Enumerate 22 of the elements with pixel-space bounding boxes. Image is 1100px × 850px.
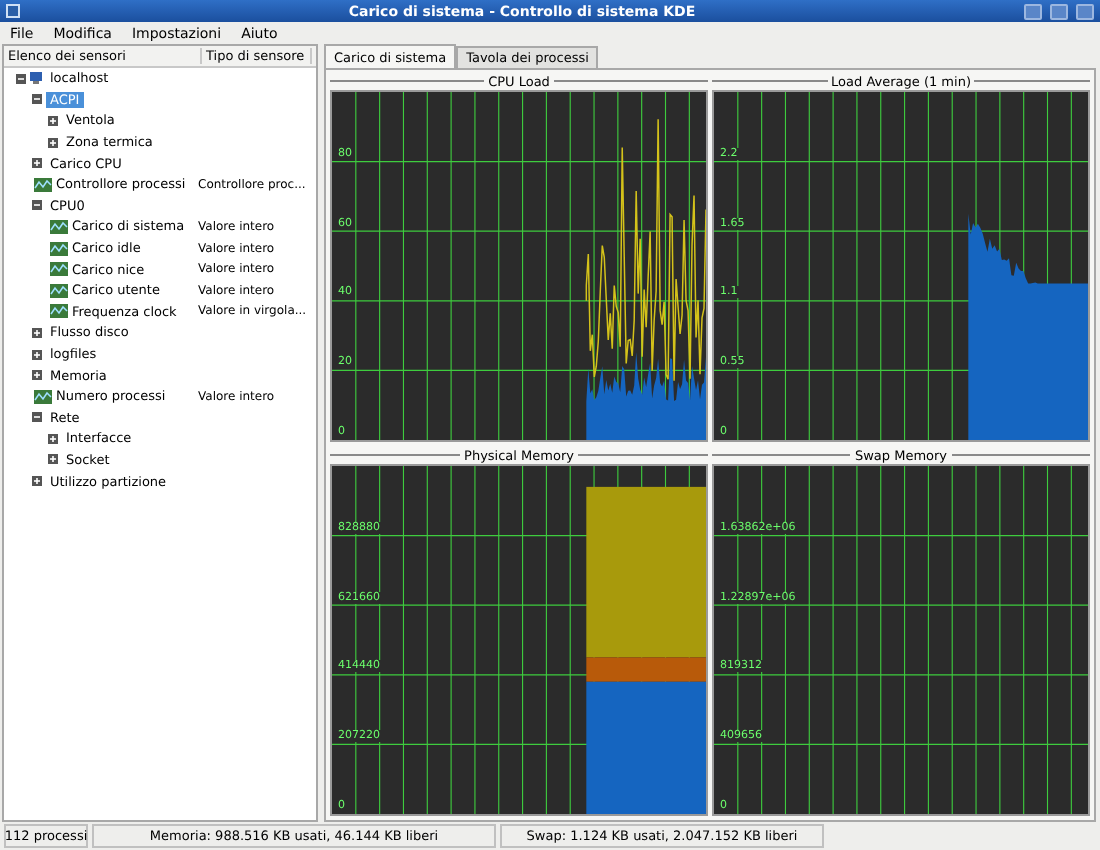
sensor-icon <box>50 283 68 298</box>
collapse-icon[interactable] <box>32 412 42 423</box>
expand-icon[interactable] <box>32 370 42 381</box>
expand-icon[interactable] <box>48 433 58 444</box>
sensor-icon <box>50 219 68 234</box>
expand-icon[interactable] <box>48 137 58 148</box>
sensor-icon <box>50 241 68 256</box>
expand-icon[interactable] <box>32 158 42 169</box>
computer-icon <box>30 72 42 85</box>
collapse-icon[interactable] <box>32 200 42 211</box>
expand-icon[interactable] <box>32 349 42 360</box>
expand-icon[interactable] <box>32 327 42 338</box>
sensor-icon <box>50 304 68 319</box>
collapse-icon[interactable] <box>16 73 26 84</box>
collapse-icon[interactable] <box>32 94 42 105</box>
sensor-icon <box>34 177 52 192</box>
expand-icon[interactable] <box>32 476 42 487</box>
app-icon <box>6 4 20 18</box>
expand-icon[interactable] <box>48 115 58 126</box>
sensor-icon <box>50 262 68 277</box>
expand-icon[interactable] <box>48 454 58 465</box>
sensor-icon <box>34 389 52 404</box>
